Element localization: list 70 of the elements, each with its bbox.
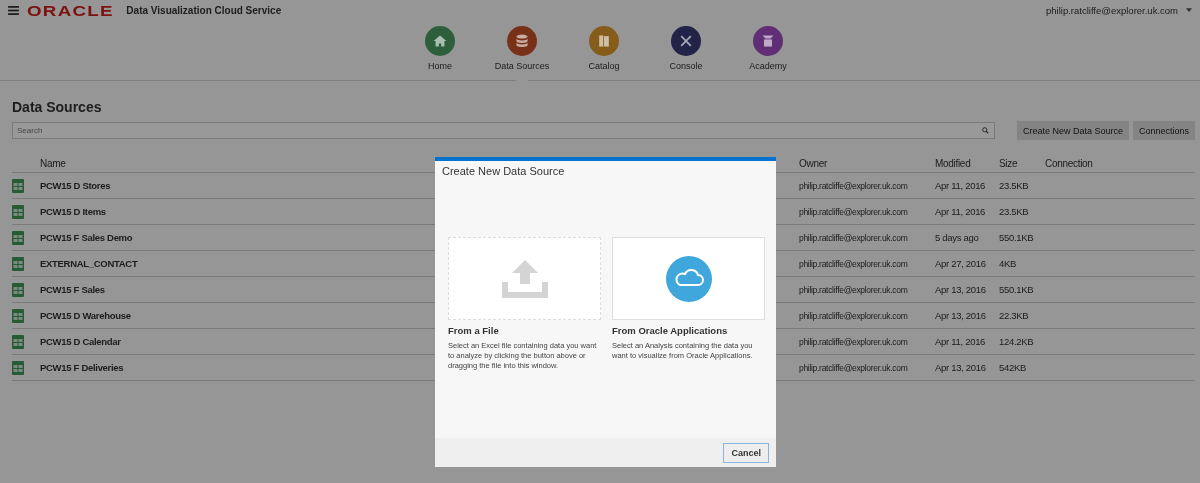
table-cell: Apr 13, 2016 (935, 284, 986, 295)
option-title: From Oracle Applications (612, 325, 729, 336)
user-name[interactable]: philip.ratcliffe@explorer.uk.com (1046, 4, 1178, 16)
column-header[interactable]: Name (40, 157, 66, 169)
option-title: From a File (448, 325, 500, 336)
table-cell: philip.ratcliffe@explorer.uk.com (799, 232, 908, 243)
toolbar-button[interactable]: Connections (1132, 121, 1195, 140)
table-cell: Apr 11, 2016 (935, 206, 986, 217)
table-icon (12, 308, 24, 323)
option-card[interactable] (612, 237, 765, 320)
caret-icon[interactable] (1186, 8, 1192, 12)
search-field[interactable]: Search (12, 122, 995, 139)
table-cell: 4KB (999, 258, 1017, 269)
table-cell: philip.ratcliffe@explorer.uk.com (799, 206, 908, 217)
nav-tab[interactable]: Home (413, 20, 467, 80)
column-header[interactable]: Size (999, 157, 1018, 169)
table-cell[interactable]: PCW15 D Warehouse (40, 310, 131, 321)
table-cell[interactable]: PCW15 F Deliveries (40, 362, 124, 373)
column-header[interactable]: Modified (935, 157, 971, 169)
table-cell: 550.1KB (999, 232, 1034, 243)
table-cell: Apr 11, 2016 (935, 336, 986, 347)
table-icon (12, 334, 24, 349)
nav-tab[interactable]: Academy (741, 20, 795, 80)
upload-icon (501, 259, 548, 298)
table-cell: philip.ratcliffe@explorer.uk.com (799, 284, 908, 295)
table-cell: 5 days ago (935, 232, 979, 243)
table-cell: 23.5KB (999, 180, 1029, 191)
table-cell: philip.ratcliffe@explorer.uk.com (799, 362, 908, 373)
home-icon (432, 33, 448, 49)
table-cell: Apr 27, 2016 (935, 258, 986, 269)
menu-icon[interactable] (8, 5, 19, 15)
table-cell[interactable]: PCW15 D Calendar (40, 336, 121, 347)
table-cell: 550.1KB (999, 284, 1034, 295)
table-cell: 124.2KB (999, 336, 1034, 347)
catalog-icon (596, 33, 612, 49)
table-cell: 22.3KB (999, 310, 1029, 321)
oracle-logo: ORACLE (27, 1, 114, 19)
table-cell[interactable]: PCW15 D Stores (40, 180, 111, 191)
table-icon (12, 178, 24, 193)
table-icon (12, 360, 24, 375)
table-cell[interactable]: PCW15 F Sales Demo (40, 232, 133, 243)
table-cell: philip.ratcliffe@explorer.uk.com (799, 258, 908, 269)
nav-tab[interactable]: Data Sources (495, 20, 549, 80)
table-icon (12, 204, 24, 219)
table-cell: philip.ratcliffe@explorer.uk.com (799, 310, 908, 321)
app-name: Data Visualization Cloud Service (126, 4, 282, 16)
table-icon (12, 256, 24, 271)
column-header[interactable]: Owner (799, 157, 827, 169)
search-icon[interactable] (981, 127, 989, 134)
dialog-title: Create New Data Source (441, 164, 566, 179)
table-cell[interactable]: PCW15 D Items (40, 206, 106, 217)
cancel-button[interactable]: Cancel (723, 442, 769, 463)
page-title: Data Sources (12, 99, 103, 115)
table-cell[interactable]: PCW15 F Sales (40, 284, 105, 295)
toolbar-button[interactable]: Create New Data Source (1016, 121, 1129, 140)
table-cell: 23.5KB (999, 206, 1029, 217)
table-cell: Apr 13, 2016 (935, 310, 986, 321)
table-cell: philip.ratcliffe@explorer.uk.com (799, 180, 908, 191)
cloud-icon (665, 255, 712, 302)
database-icon (514, 33, 530, 49)
table-cell: Apr 13, 2016 (935, 362, 986, 373)
nav-tab[interactable]: Catalog (577, 20, 631, 80)
table-icon (12, 230, 24, 245)
table-cell[interactable]: EXTERNAL_CONTACT (40, 258, 138, 269)
table-cell: Apr 11, 2016 (935, 180, 986, 191)
column-header[interactable]: Connection (1045, 157, 1093, 169)
table-icon (12, 282, 24, 297)
table-cell: 542KB (999, 362, 1027, 373)
nav-tab[interactable]: Console (659, 20, 713, 80)
table-cell: philip.ratcliffe@explorer.uk.com (799, 336, 908, 347)
